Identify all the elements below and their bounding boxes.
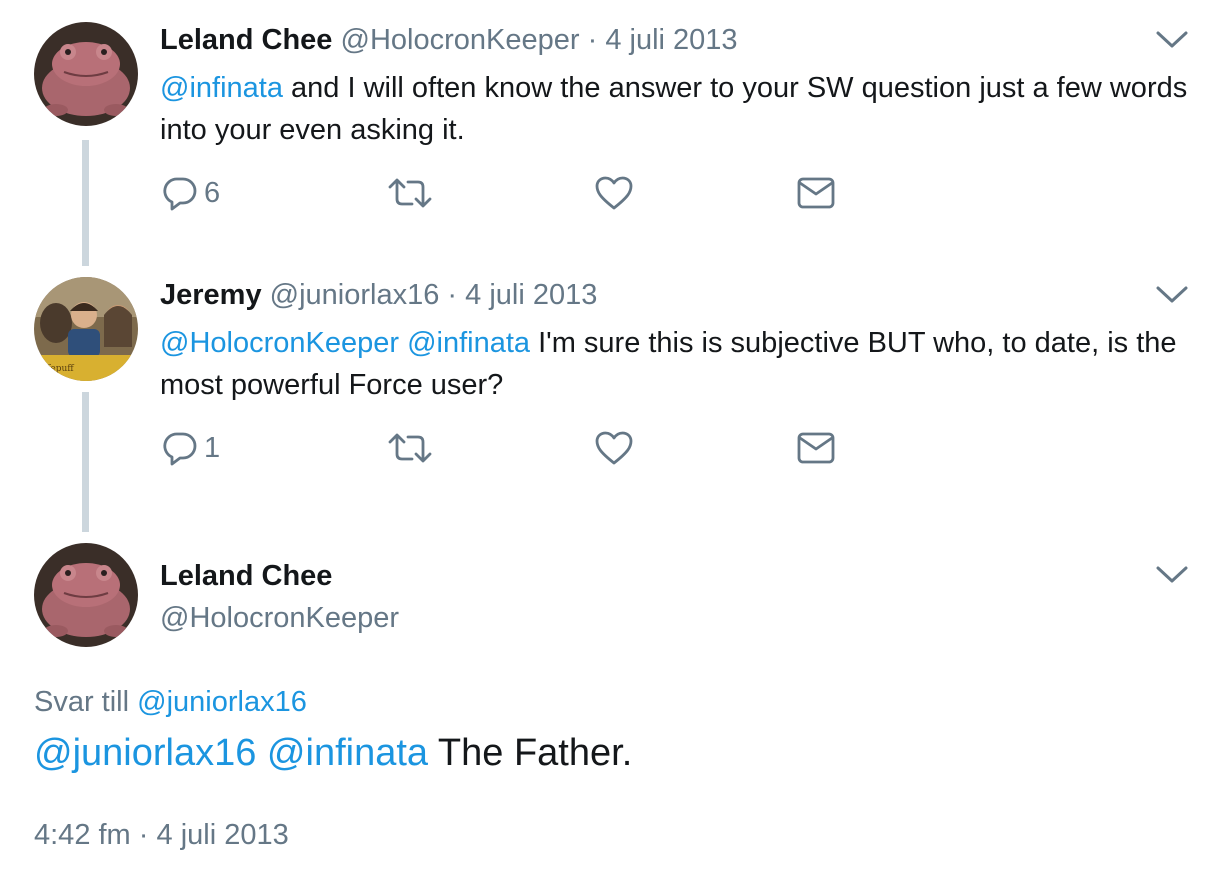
like-button[interactable] <box>594 173 634 213</box>
reply-prefix: Svar till <box>34 686 130 718</box>
retweet-button[interactable] <box>386 173 434 213</box>
avatar[interactable] <box>34 543 138 647</box>
reply-button[interactable]: 6 <box>162 173 220 213</box>
retweet-button[interactable] <box>386 428 434 468</box>
tweet-date[interactable]: 4 juli 2013 <box>465 279 597 311</box>
retweet-icon <box>388 433 432 463</box>
timestamp: 4:42 fm · 4 juli 2013 <box>34 816 289 854</box>
tweet-actions: 1 <box>160 428 840 468</box>
author-name[interactable]: Jeremy <box>160 279 262 311</box>
avatar[interactable] <box>34 22 138 126</box>
author-handle[interactable]: @HolocronKeeper <box>341 24 580 56</box>
thread-line <box>82 392 89 532</box>
tweet-body: and I will often know the answer to your… <box>160 72 1188 146</box>
meta-separator: · <box>447 279 458 311</box>
author-name[interactable]: Leland Chee <box>160 24 332 56</box>
tweet-time[interactable]: 4:42 fm <box>34 819 131 851</box>
toad-avatar-icon <box>34 543 138 647</box>
retweet-icon <box>388 178 432 208</box>
tweet-date[interactable]: 4 juli 2013 <box>157 819 289 851</box>
reply-count: 6 <box>204 177 221 209</box>
avatar[interactable]: ffepuff <box>34 277 138 381</box>
tweet-text: @infinata and I will often know the answ… <box>160 67 1190 151</box>
meta-separator: · <box>587 24 598 56</box>
chevron-down-icon[interactable] <box>1155 29 1189 51</box>
mention-link[interactable]: @juniorlax16 <box>34 732 256 774</box>
main-tweet-text: @juniorlax16 @infinata The Father. <box>34 729 632 777</box>
direct-message-icon <box>797 177 835 209</box>
mention-link[interactable]: @infinata <box>267 732 428 774</box>
tweet-date[interactable]: 4 juli 2013 <box>605 24 737 56</box>
tweet-body: The Father. <box>437 732 633 774</box>
like-icon <box>595 176 633 210</box>
reply-icon <box>163 432 197 466</box>
mention-link[interactable]: @HolocronKeeper <box>160 327 399 359</box>
photo-avatar-icon: ffepuff <box>34 277 138 381</box>
tweet-actions: 6 <box>160 173 840 213</box>
chevron-down-icon[interactable] <box>1155 284 1189 306</box>
mention-link[interactable]: @infinata <box>407 327 530 359</box>
reply-button[interactable]: 1 <box>162 428 220 468</box>
direct-message-button[interactable] <box>797 173 835 213</box>
meta-separator: · <box>138 819 149 851</box>
reply-count: 1 <box>204 432 221 464</box>
author-name[interactable]: Leland Chee <box>160 557 332 595</box>
reply-icon <box>163 177 197 211</box>
thread-line <box>82 140 89 266</box>
like-button[interactable] <box>594 428 634 468</box>
direct-message-icon <box>797 432 835 464</box>
mention-link[interactable]: @infinata <box>160 72 283 104</box>
toad-avatar-icon <box>34 22 138 126</box>
avatar-text: ffepuff <box>44 364 74 374</box>
reply-to-line: Svar till @juniorlax16 <box>34 683 307 721</box>
like-icon <box>595 431 633 465</box>
direct-message-button[interactable] <box>797 428 835 468</box>
author-handle[interactable]: @HolocronKeeper <box>160 599 399 637</box>
tweet-header: Leland Chee @HolocronKeeper · 4 juli 201… <box>160 22 738 58</box>
tweet-text: @HolocronKeeper @infinata I'm sure this … <box>160 322 1190 406</box>
tweet-header: Jeremy @juniorlax16 · 4 juli 2013 <box>160 277 597 313</box>
author-handle[interactable]: @juniorlax16 <box>270 279 440 311</box>
chevron-down-icon[interactable] <box>1155 564 1189 586</box>
reply-to-mention[interactable]: @juniorlax16 <box>137 686 307 718</box>
